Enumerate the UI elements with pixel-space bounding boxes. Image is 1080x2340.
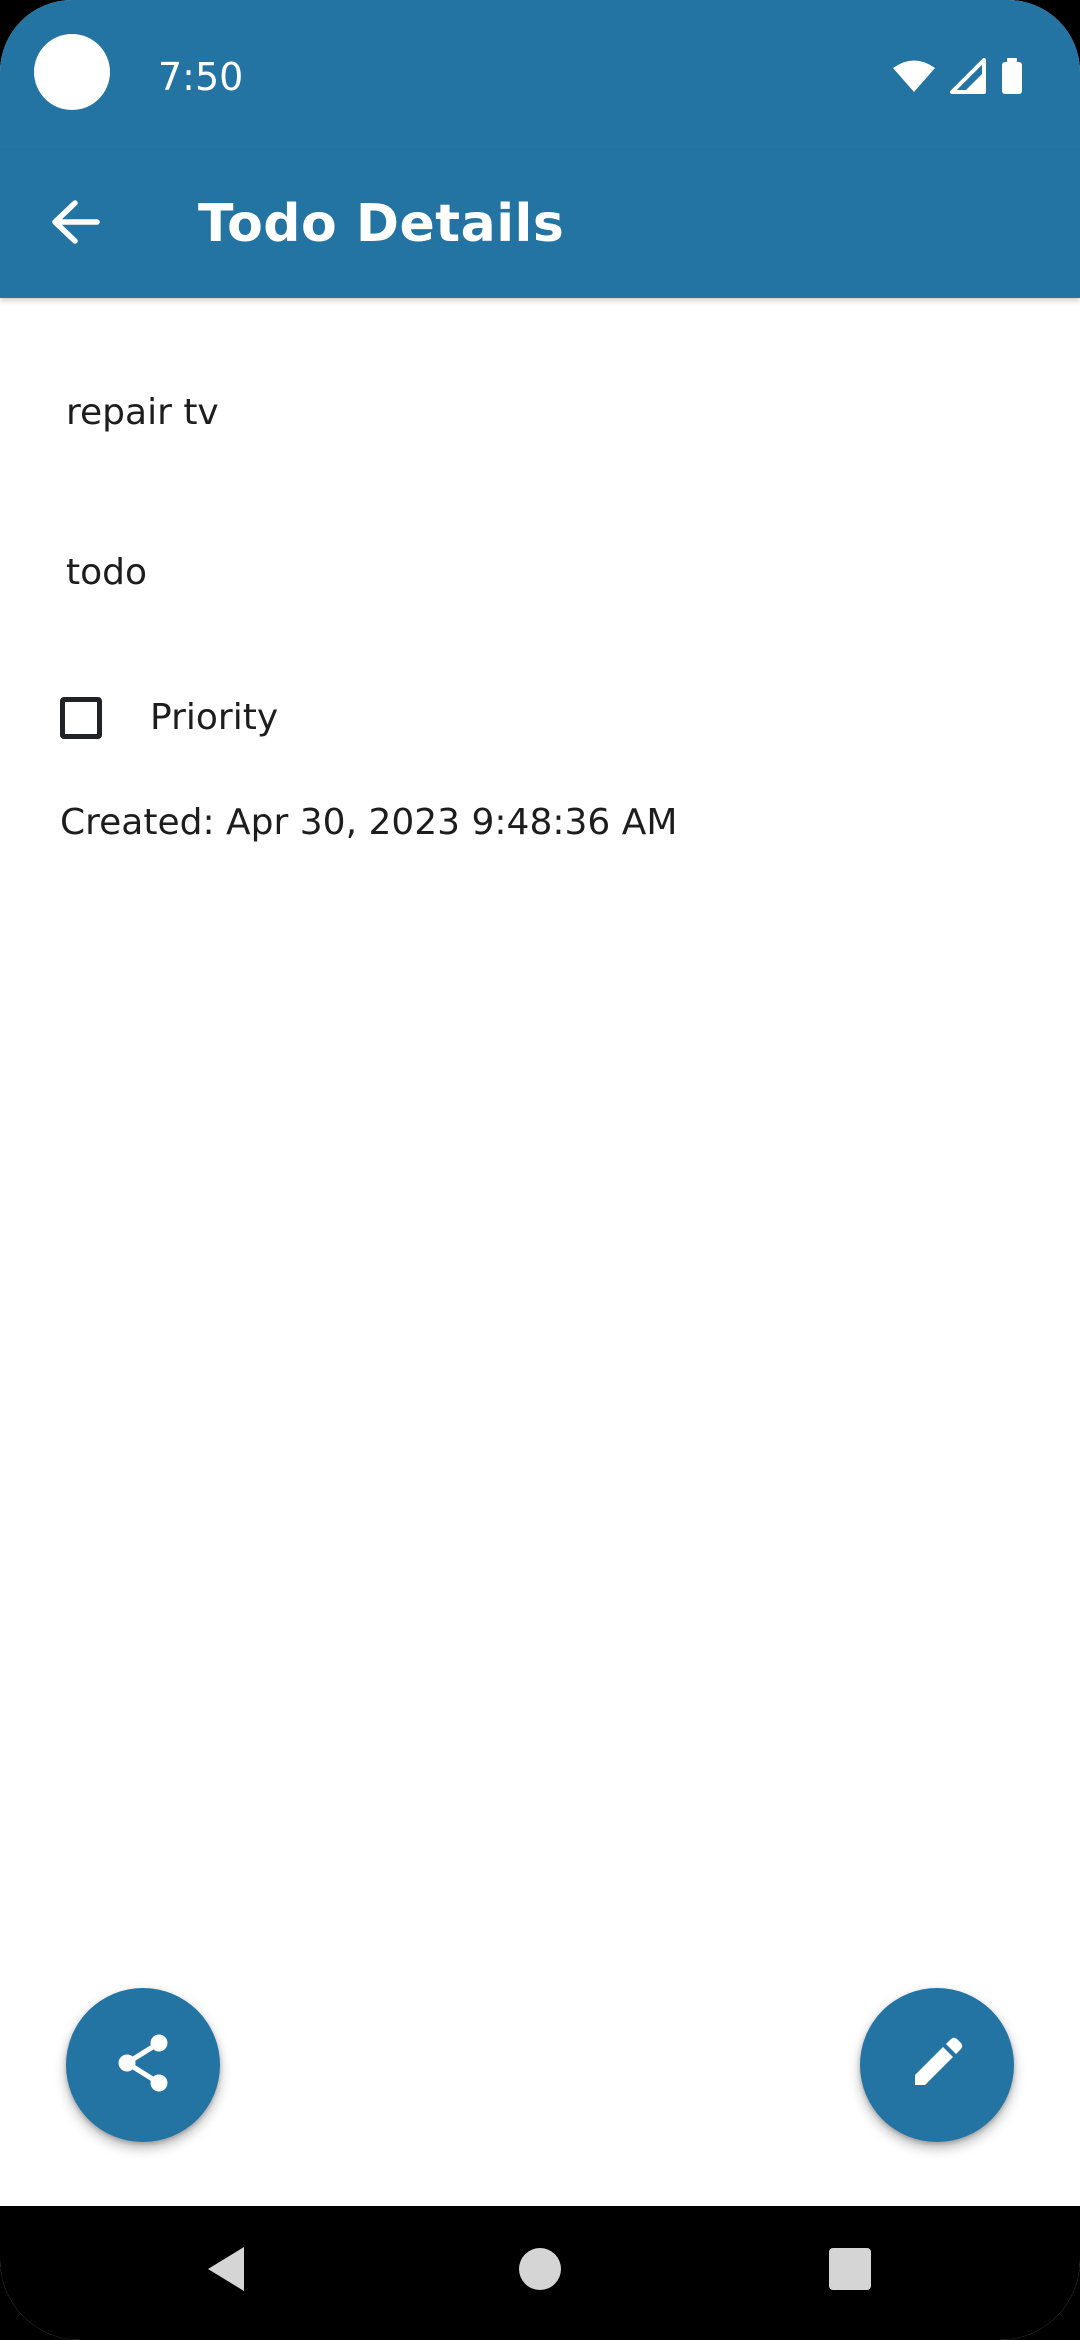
priority-label: Priority <box>150 697 279 738</box>
priority-checkbox-row[interactable]: Priority <box>60 688 278 748</box>
todo-title-text: repair tv <box>66 392 219 433</box>
arrow-back-icon <box>51 200 101 248</box>
nav-back-icon <box>204 2245 248 2297</box>
page-title: Todo Details <box>198 194 565 254</box>
todo-details-screen: 7:50 Todo Details repair tv todo Priorit… <box>0 0 1080 2340</box>
status-time: 7:50 <box>158 55 244 99</box>
nav-back-button[interactable] <box>176 2226 276 2316</box>
status-bar: 7:50 <box>0 0 1080 150</box>
camera-cutout <box>34 34 110 110</box>
back-button[interactable] <box>34 182 118 266</box>
share-icon <box>115 2033 171 2097</box>
status-icons <box>892 56 1024 96</box>
todo-description-text: todo <box>66 552 148 593</box>
priority-checkbox[interactable] <box>60 697 102 739</box>
system-navigation-bar <box>0 2206 1080 2340</box>
edit-button[interactable] <box>860 1988 1014 2142</box>
created-timestamp: Created: Apr 30, 2023 9:48:36 AM <box>60 802 678 843</box>
cellular-signal-icon <box>950 58 986 94</box>
nav-recents-icon <box>828 2247 872 2295</box>
nav-home-button[interactable] <box>490 2226 590 2316</box>
share-button[interactable] <box>66 1988 220 2142</box>
nav-home-icon <box>518 2247 562 2295</box>
nav-recents-button[interactable] <box>800 2226 900 2316</box>
wifi-icon <box>892 59 936 93</box>
battery-icon <box>1000 58 1024 94</box>
app-bar: Todo Details <box>0 150 1080 298</box>
pencil-edit-icon <box>909 2035 965 2095</box>
